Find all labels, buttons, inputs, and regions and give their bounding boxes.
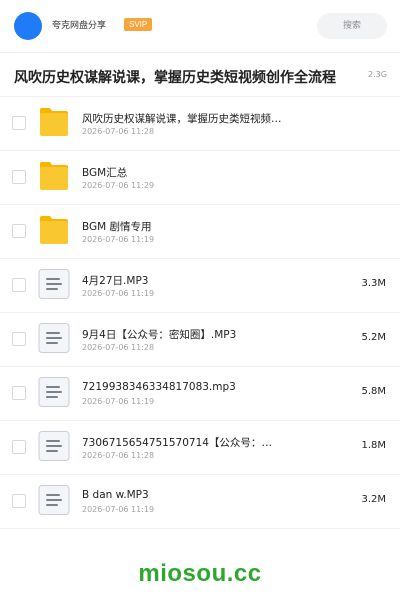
folder-icon [40, 108, 68, 136]
item-checkbox[interactable] [12, 386, 26, 400]
file-name: 风吹历史权谋解说课，掌握历史类短视频创作全流程 [82, 113, 282, 125]
folder-icon [40, 216, 68, 244]
audio-file-icon [38, 269, 70, 299]
file-name: 7306715654751570714【公众号：密… [82, 437, 282, 449]
file-date: 2026-07-06 11:19 [82, 505, 155, 514]
file-name: B dan w.MP3 [82, 489, 149, 501]
folder-title-bar: 风吹历史权谋解说课，掌握历史类短视频创作全流程 2.3G [0, 53, 400, 97]
list-item[interactable]: 7306715654751570714【公众号：密… 2026-07-06 11… [0, 421, 400, 475]
list-item[interactable]: BGM汇总 2026-07-06 11:29 [0, 151, 400, 205]
file-size: 1.8M [361, 440, 386, 451]
audio-file-icon [38, 431, 70, 461]
audio-file-icon [38, 323, 70, 353]
item-checkbox[interactable] [12, 440, 26, 454]
file-size: 3.3M [361, 278, 386, 289]
item-checkbox[interactable] [12, 278, 26, 292]
file-date: 2026-07-06 11:19 [82, 235, 155, 244]
item-checkbox[interactable] [12, 224, 26, 238]
list-item[interactable]: 风吹历史权谋解说课，掌握历史类短视频创作全流程 2026-07-06 11:28 [0, 97, 400, 151]
folder-icon [40, 162, 68, 190]
item-checkbox[interactable] [12, 332, 26, 346]
audio-file-icon [38, 377, 70, 407]
file-name: BGM汇总 [82, 167, 128, 179]
item-checkbox[interactable] [12, 494, 26, 508]
file-name: 7219938346334817083.mp3 [82, 381, 236, 393]
file-name: 9月4日【公众号：密知圈】.MP3 [82, 329, 237, 341]
file-list: 风吹历史权谋解说课，掌握历史类短视频创作全流程 2026-07-06 11:28… [0, 97, 400, 529]
item-checkbox[interactable] [12, 170, 26, 184]
list-item[interactable]: BGM 剧情专用 2026-07-06 11:19 [0, 205, 400, 259]
audio-file-icon [38, 485, 70, 515]
file-size: 5.2M [361, 332, 386, 343]
avatar[interactable] [14, 12, 42, 40]
watermark: miosou.cc [138, 560, 262, 587]
file-date: 2026-07-06 11:28 [82, 343, 155, 352]
file-name: BGM 剧情专用 [82, 221, 152, 233]
list-item[interactable]: B dan w.MP3 2026-07-06 11:19 3.2M [0, 475, 400, 529]
file-date: 2026-07-06 11:19 [82, 397, 155, 406]
header: 夸克网盘分享 SVIP 搜索 [0, 0, 400, 52]
list-item[interactable]: 9月4日【公众号：密知圈】.MP3 2026-07-06 11:28 5.2M [0, 313, 400, 367]
file-name: 4月27日.MP3 [82, 275, 149, 287]
share-owner-name: 夸克网盘分享 [52, 21, 107, 31]
list-item[interactable]: 7219938346334817083.mp3 2026-07-06 11:19… [0, 367, 400, 421]
file-date: 2026-07-06 11:28 [82, 127, 155, 136]
item-checkbox[interactable] [12, 116, 26, 130]
file-date: 2026-07-06 11:29 [82, 181, 155, 190]
search-button[interactable]: 搜索 [317, 13, 387, 39]
file-size: 3.2M [361, 494, 386, 505]
folder-size: 2.3G [368, 70, 387, 79]
list-item[interactable]: 4月27日.MP3 2026-07-06 11:19 3.3M [0, 259, 400, 313]
file-date: 2026-07-06 11:28 [82, 451, 155, 460]
svip-badge: SVIP [124, 18, 153, 31]
file-date: 2026-07-06 11:19 [82, 289, 155, 298]
folder-title: 风吹历史权谋解说课，掌握历史类短视频创作全流程 [14, 70, 336, 86]
file-size: 5.8M [361, 386, 386, 397]
share-page: 夸克网盘分享 SVIP 搜索 风吹历史权谋解说课，掌握历史类短视频创作全流程 2… [0, 0, 400, 600]
